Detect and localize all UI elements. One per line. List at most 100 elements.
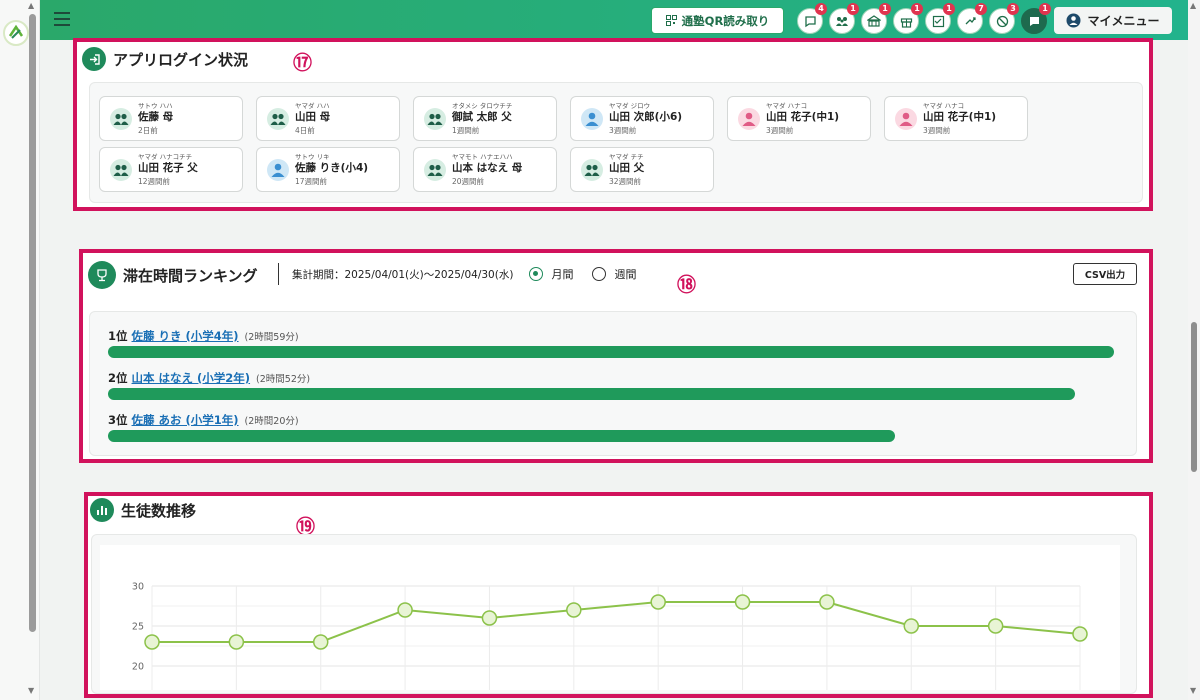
ranking-row: 2位 山本 はなえ (小学2年) (2時間52分) (108, 370, 310, 386)
message-icon (804, 15, 816, 27)
boy-avatar-icon (267, 159, 289, 181)
checklist-icon (932, 15, 944, 27)
card-name: 山田 父 (609, 162, 645, 174)
monthly-radio[interactable]: 月間 (529, 266, 574, 282)
app-logo[interactable] (3, 20, 29, 46)
my-menu-button[interactable]: マイメニュー (1054, 7, 1172, 34)
family-avatar-icon (110, 108, 132, 130)
card-last-login: 2日前 (138, 126, 158, 135)
weekly-radio[interactable]: 週間 (592, 266, 637, 282)
login-card[interactable]: サトウ リキ 佐藤 りき(小4) 17週間前 (256, 147, 400, 192)
login-card[interactable]: ヤマダ ハハ 山田 母 4日前 (256, 96, 400, 141)
card-name: 御試 太郎 父 (452, 111, 512, 123)
login-card[interactable]: ヤマモト ハナエハハ 山本 はなえ 母 20週間前 (413, 147, 557, 192)
login-card[interactable]: ヤマダ ハナコチチ 山田 花子 父 12週間前 (99, 147, 243, 192)
data-point (397, 602, 413, 618)
weekly-radio-button[interactable] (592, 267, 606, 281)
student-count-title: 生徒数推移 (90, 498, 196, 522)
ranking-row: 3位 佐藤 あお (小学1年) (2時間20分) (108, 412, 299, 428)
gift-badge: 1 (911, 3, 923, 15)
gift-icon (900, 17, 912, 28)
rank-student-link[interactable]: 山本 はなえ (小学2年) (132, 371, 251, 385)
rank-duration: (2時間52分) (256, 374, 311, 385)
rank-student-link[interactable]: 佐藤 りき (小学4年) (132, 329, 239, 343)
rank-duration: (2時間59分) (244, 332, 299, 343)
app-login-title-text: アプリログイン状況 (113, 50, 249, 69)
aggregation-period: 集計期間：2025/04/01(火)～2025/04/30(水) (292, 269, 514, 281)
user-circle-icon (1066, 13, 1081, 28)
section-marker-17: ⑰ (293, 52, 313, 74)
family-avatar-icon (110, 159, 132, 181)
card-last-login: 3週間前 (923, 126, 951, 135)
page-scroll-up-arrow[interactable]: ▲ (1190, 1, 1196, 10)
rank-duration-bar (108, 346, 1114, 358)
login-card[interactable]: ヤマダ ジロウ 山田 次郎(小6) 3週間前 (570, 96, 714, 141)
family-icon (836, 16, 848, 26)
chat-icon (1029, 16, 1039, 26)
absence-badge: 3 (1007, 3, 1019, 15)
login-card[interactable]: ヤマダ ハナコ 山田 花子(中1) 3週間前 (884, 96, 1028, 141)
qr-icon (665, 15, 677, 26)
bar-chart-icon (90, 498, 114, 522)
family-avatar-icon (424, 108, 446, 130)
page-scroll-thumb[interactable] (1191, 322, 1197, 472)
boy-avatar-icon (581, 108, 603, 130)
card-name: 佐藤 母 (138, 111, 174, 123)
y-tick-label: 30 (132, 582, 144, 593)
qr-scan-button[interactable]: 通塾QR読み取り (651, 7, 784, 34)
csv-export-button[interactable]: CSV出力 (1073, 263, 1137, 285)
rank-position: 3位 (108, 413, 128, 427)
top-bar: 通塾QR読み取り 4 1 1 1 1 7 3 1 マイメニュー (40, 0, 1188, 40)
monthly-radio-button[interactable] (529, 267, 543, 281)
login-card[interactable]: ヤマダ チチ 山田 父 32週間前 (570, 147, 714, 192)
rank-position: 2位 (108, 371, 128, 385)
data-point (987, 618, 1004, 634)
data-point (734, 594, 751, 610)
data-point (1072, 626, 1088, 642)
section-marker-18: ⑱ (677, 274, 697, 296)
absence-button[interactable]: 3 (989, 3, 1019, 34)
card-name: 佐藤 りき(小4) (295, 162, 369, 174)
transfer-badge: 7 (975, 3, 987, 15)
girl-avatar-icon (738, 108, 760, 130)
card-last-login: 4日前 (295, 126, 315, 135)
hamburger-menu-icon[interactable] (54, 12, 70, 26)
messages-button[interactable]: 4 (797, 3, 827, 34)
data-point (566, 602, 582, 618)
page-scrollbar[interactable]: ▲ ▼ (1188, 0, 1200, 700)
data-point (312, 634, 329, 650)
checklist-badge: 1 (943, 3, 955, 15)
rail-scroll-up-arrow[interactable]: ▲ (28, 1, 34, 10)
arrows-icon (965, 16, 976, 24)
school-button[interactable]: 1 (861, 3, 891, 34)
card-name: 山田 花子(中1) (766, 111, 840, 123)
stay-ranking-title-text: 滞在時間ランキング (123, 266, 258, 285)
card-name: 山田 花子(中1) (923, 111, 997, 123)
login-card[interactable]: サトウ ハハ 佐藤 母 2日前 (99, 96, 243, 141)
rail-scrollbar[interactable] (29, 14, 36, 632)
app-login-title: アプリログイン状況 (82, 47, 248, 71)
my-menu-label: マイメニュー (1087, 14, 1160, 28)
monthly-label: 月間 (551, 268, 574, 281)
rank-student-link[interactable]: 佐藤 あお (小学1年) (132, 413, 239, 427)
checklist-button[interactable]: 1 (925, 3, 955, 34)
student-count-title-text: 生徒数推移 (121, 501, 197, 520)
login-card[interactable]: オタメシ タロウチチ 御試 太郎 父 1週間前 (413, 96, 557, 141)
rail-scroll-down-arrow[interactable]: ▼ (28, 686, 34, 695)
card-last-login: 3週間前 (609, 126, 637, 135)
rank-duration: (2時間20分) (244, 416, 299, 427)
qr-scan-label: 通塾QR読み取り (681, 13, 770, 28)
chat-button[interactable]: 1 (1021, 3, 1051, 34)
school-icon (867, 14, 881, 27)
family-avatar-icon (581, 159, 603, 181)
gift-button[interactable]: 1 (893, 3, 923, 34)
login-card[interactable]: ヤマダ ハナコ 山田 花子(中1) 3週間前 (727, 96, 871, 141)
family-avatar-icon (267, 108, 289, 130)
left-rail: ▲ ▼ (0, 0, 40, 700)
page-scroll-down-arrow[interactable]: ▼ (1190, 686, 1196, 695)
family-button[interactable]: 1 (829, 3, 859, 34)
transfer-button[interactable]: 7 (957, 3, 987, 34)
student-count-chart: 30 25 20 (100, 545, 1120, 690)
data-point (650, 594, 666, 610)
card-last-login: 3週間前 (766, 126, 794, 135)
